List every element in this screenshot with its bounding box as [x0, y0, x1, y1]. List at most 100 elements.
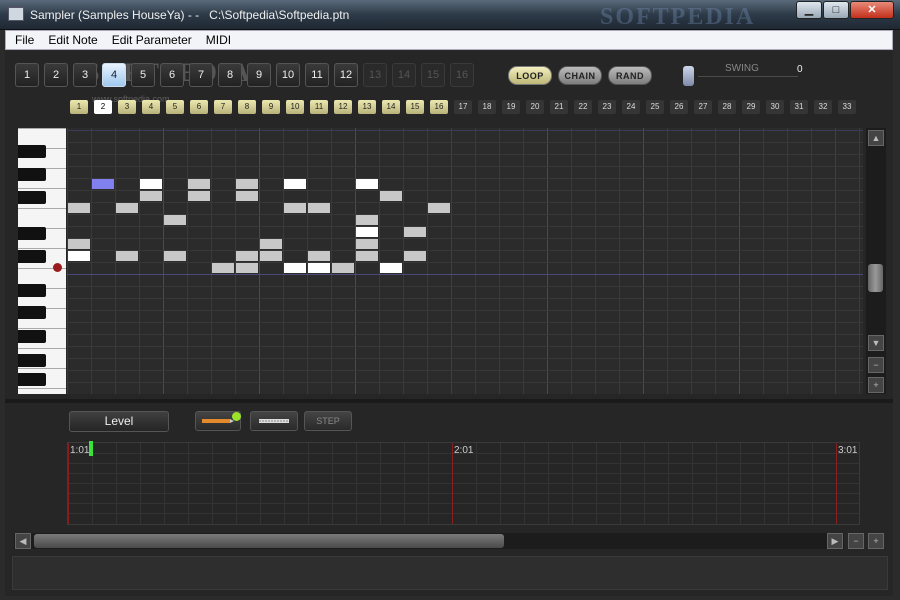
pattern-button-4[interactable]: 4 — [102, 63, 126, 87]
note-block[interactable] — [380, 191, 402, 201]
pattern-button-3[interactable]: 3 — [73, 63, 97, 87]
note-block[interactable] — [284, 263, 306, 273]
step-button-20[interactable]: 20 — [526, 100, 544, 114]
step-button-18[interactable]: 18 — [478, 100, 496, 114]
note-block[interactable] — [404, 227, 426, 237]
step-button-23[interactable]: 23 — [598, 100, 616, 114]
menu-edit-note[interactable]: Edit Note — [39, 33, 102, 47]
note-block[interactable] — [308, 251, 330, 261]
note-block[interactable] — [260, 239, 282, 249]
close-button[interactable]: ✕ — [850, 1, 894, 19]
pattern-button-13[interactable]: 13 — [363, 63, 387, 87]
note-block[interactable] — [236, 191, 258, 201]
pattern-button-8[interactable]: 8 — [218, 63, 242, 87]
pattern-button-10[interactable]: 10 — [276, 63, 300, 87]
step-button-3[interactable]: 3 — [118, 100, 136, 114]
note-block[interactable] — [164, 251, 186, 261]
step-button-30[interactable]: 30 — [766, 100, 784, 114]
minimize-button[interactable]: ▁ — [796, 1, 822, 19]
step-button-33[interactable]: 33 — [838, 100, 856, 114]
note-block[interactable] — [332, 263, 354, 273]
step-button-6[interactable]: 6 — [190, 100, 208, 114]
step-button-14[interactable]: 14 — [382, 100, 400, 114]
step-button-25[interactable]: 25 — [646, 100, 664, 114]
black-key[interactable] — [18, 373, 46, 386]
note-block[interactable] — [116, 251, 138, 261]
panel-divider[interactable] — [5, 399, 893, 403]
parameter-select[interactable]: Level — [69, 411, 169, 432]
parameter-lane[interactable]: 1:01 2:01 3:01 — [67, 442, 860, 525]
note-block[interactable] — [236, 263, 258, 273]
white-key[interactable] — [18, 128, 66, 129]
playhead-cursor[interactable] — [89, 441, 93, 456]
pattern-button-15[interactable]: 15 — [421, 63, 445, 87]
pattern-button-9[interactable]: 9 — [247, 63, 271, 87]
chain-button[interactable]: CHAIN — [558, 66, 602, 85]
arrow-up-icon[interactable]: ▲ — [868, 130, 884, 146]
note-block[interactable] — [260, 251, 282, 261]
step-button-4[interactable]: 4 — [142, 100, 160, 114]
pattern-button-1[interactable]: 1 — [15, 63, 39, 87]
pattern-button-2[interactable]: 2 — [44, 63, 68, 87]
step-button-7[interactable]: 7 — [214, 100, 232, 114]
note-block[interactable] — [140, 191, 162, 201]
black-key[interactable] — [18, 284, 46, 297]
zoom-out-icon[interactable]: − — [848, 533, 864, 549]
piano-roll-grid[interactable] — [67, 128, 863, 394]
pattern-button-5[interactable]: 5 — [131, 63, 155, 87]
step-button-21[interactable]: 21 — [550, 100, 568, 114]
step-button-2[interactable]: 2 — [94, 100, 112, 114]
loop-button[interactable]: LOOP — [508, 66, 552, 85]
horizontal-scroll-thumb[interactable] — [34, 534, 504, 548]
step-button-16[interactable]: 16 — [430, 100, 448, 114]
note-block[interactable] — [356, 227, 378, 237]
zoom-in-icon[interactable]: + — [868, 377, 884, 393]
step-button-8[interactable]: 8 — [238, 100, 256, 114]
piano-keyboard[interactable] — [18, 128, 66, 394]
note-block[interactable] — [236, 251, 258, 261]
step-button-32[interactable]: 32 — [814, 100, 832, 114]
white-key[interactable] — [18, 368, 66, 369]
step-button-24[interactable]: 24 — [622, 100, 640, 114]
note-block[interactable] — [92, 179, 114, 189]
zoom-out-icon[interactable]: − — [868, 357, 884, 373]
step-button-17[interactable]: 17 — [454, 100, 472, 114]
note-block[interactable] — [188, 179, 210, 189]
arrow-down-icon[interactable]: ▼ — [868, 335, 884, 351]
note-block[interactable] — [356, 251, 378, 261]
black-key[interactable] — [18, 354, 46, 367]
step-button-13[interactable]: 13 — [358, 100, 376, 114]
step-button-26[interactable]: 26 — [670, 100, 688, 114]
arrow-right-icon[interactable]: ▶ — [827, 533, 843, 549]
note-block[interactable] — [284, 179, 306, 189]
note-block[interactable] — [116, 203, 138, 213]
pattern-button-7[interactable]: 7 — [189, 63, 213, 87]
pattern-button-6[interactable]: 6 — [160, 63, 184, 87]
note-block[interactable] — [212, 263, 234, 273]
pattern-button-11[interactable]: 11 — [305, 63, 329, 87]
white-key[interactable] — [18, 328, 66, 329]
step-mode-button[interactable]: STEP — [304, 411, 352, 431]
note-block[interactable] — [356, 239, 378, 249]
note-block[interactable] — [68, 239, 90, 249]
vertical-scrollbar[interactable] — [866, 128, 886, 394]
menu-edit-parameter[interactable]: Edit Parameter — [103, 33, 197, 47]
note-block[interactable] — [308, 263, 330, 273]
arrow-left-icon[interactable]: ◀ — [15, 533, 31, 549]
swing-slider[interactable] — [683, 66, 694, 86]
note-block[interactable] — [284, 203, 306, 213]
white-key[interactable] — [18, 248, 66, 249]
step-button-19[interactable]: 19 — [502, 100, 520, 114]
note-block[interactable] — [68, 251, 90, 261]
step-button-15[interactable]: 15 — [406, 100, 424, 114]
note-block[interactable] — [428, 203, 450, 213]
white-key[interactable] — [18, 208, 66, 209]
step-button-11[interactable]: 11 — [310, 100, 328, 114]
step-button-31[interactable]: 31 — [790, 100, 808, 114]
maximize-button[interactable]: □ — [823, 1, 849, 19]
note-block[interactable] — [308, 203, 330, 213]
black-key[interactable] — [18, 145, 46, 158]
black-key[interactable] — [18, 250, 46, 263]
vertical-scroll-thumb[interactable] — [868, 264, 883, 292]
white-key[interactable] — [18, 348, 66, 349]
